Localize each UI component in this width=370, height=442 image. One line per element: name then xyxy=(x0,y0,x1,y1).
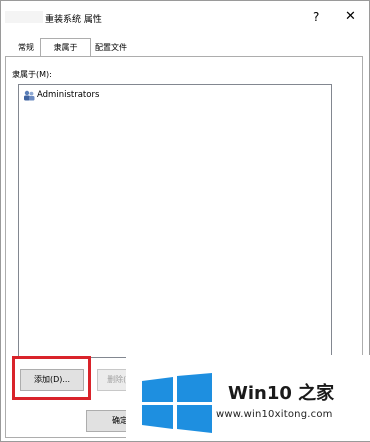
window-title: 重装系统 属性 xyxy=(45,15,102,25)
member-of-label: 隶属于(M): xyxy=(12,70,52,79)
blurred-user-name xyxy=(5,11,43,23)
brand-url: www.win10xitong.com xyxy=(216,409,333,420)
windows-logo-icon xyxy=(142,373,212,433)
help-button[interactable]: ? xyxy=(313,10,319,24)
close-button[interactable]: ✕ xyxy=(345,9,356,24)
brand-name: Win10 之家 xyxy=(228,383,335,404)
list-item-label: Administrators xyxy=(37,90,100,100)
tab-profile[interactable]: 配置文件 xyxy=(84,40,138,56)
watermark: Win10 之家 www.win10xitong.com xyxy=(126,355,370,441)
title-bar: 重装系统 属性 ? ✕ xyxy=(1,1,369,35)
user-group-icon xyxy=(24,90,35,100)
list-item[interactable]: Administrators xyxy=(23,89,99,101)
member-of-list[interactable]: Administrators xyxy=(18,84,332,358)
highlight-box xyxy=(12,356,91,400)
